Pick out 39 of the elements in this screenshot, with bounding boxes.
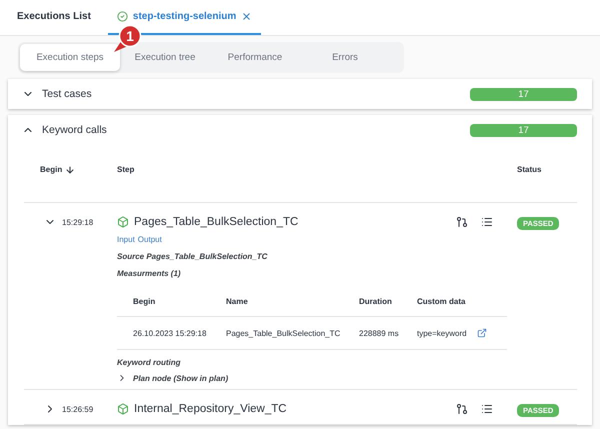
- begin-time: 15:26:59: [62, 404, 94, 414]
- section-title: Keyword calls: [42, 124, 108, 136]
- table-cell: type=keyword: [417, 328, 467, 338]
- branch-icon[interactable]: [456, 403, 468, 415]
- begin-time: 15:29:18: [62, 218, 94, 226]
- table-cell-text: 228889 ms: [359, 328, 400, 338]
- column-header[interactable]: Step: [117, 165, 134, 174]
- routing-title: Keyword routing: [117, 358, 182, 367]
- section-title: Test cases: [42, 88, 93, 100]
- tab-link[interactable]: Output: [138, 235, 162, 244]
- column-header: Custom data: [417, 296, 466, 306]
- tab-label: step-testing-selenium: [132, 11, 236, 22]
- tab-link[interactable]: Input: [117, 235, 135, 244]
- column-header: Name: [226, 296, 249, 306]
- check-circle-icon: [116, 11, 128, 22]
- cube-icon: [117, 216, 129, 228]
- column-header: Duration: [359, 296, 393, 306]
- branch-icon[interactable]: [456, 216, 468, 228]
- external-link-icon[interactable]: [476, 328, 487, 338]
- count-bar: 17: [470, 88, 577, 100]
- column-header[interactable]: Begin: [40, 164, 76, 174]
- tab-label: Executions List: [17, 11, 91, 22]
- step-name: Pages_Table_BulkSelection_TC: [134, 216, 300, 228]
- view-tab[interactable]: Performance: [210, 44, 300, 71]
- step-name: Internal_Repository_View_TC: [134, 403, 288, 415]
- column-header: Begin: [133, 296, 156, 306]
- cube-icon: [117, 403, 129, 415]
- measurements-title: Measurments (1): [117, 269, 182, 278]
- count-bar: 17: [470, 124, 577, 136]
- column-header[interactable]: Status: [517, 165, 542, 174]
- source-label: Source Pages_Table_BulkSelection_TC: [117, 252, 268, 261]
- close-icon[interactable]: [241, 11, 252, 22]
- table-cell-text: 26.10.2023 15:29:18: [133, 328, 208, 338]
- view-tab[interactable]: Execution tree: [120, 44, 210, 71]
- plan-node-link[interactable]: Plan node (Show in plan): [133, 374, 228, 382]
- view-tab[interactable]: Execution steps: [20, 44, 120, 71]
- table-cell-text: Pages_Table_BulkSelection_TC: [226, 328, 342, 338]
- view-tab[interactable]: Errors: [300, 44, 390, 71]
- page-tab[interactable]: Executions List: [8, 0, 100, 35]
